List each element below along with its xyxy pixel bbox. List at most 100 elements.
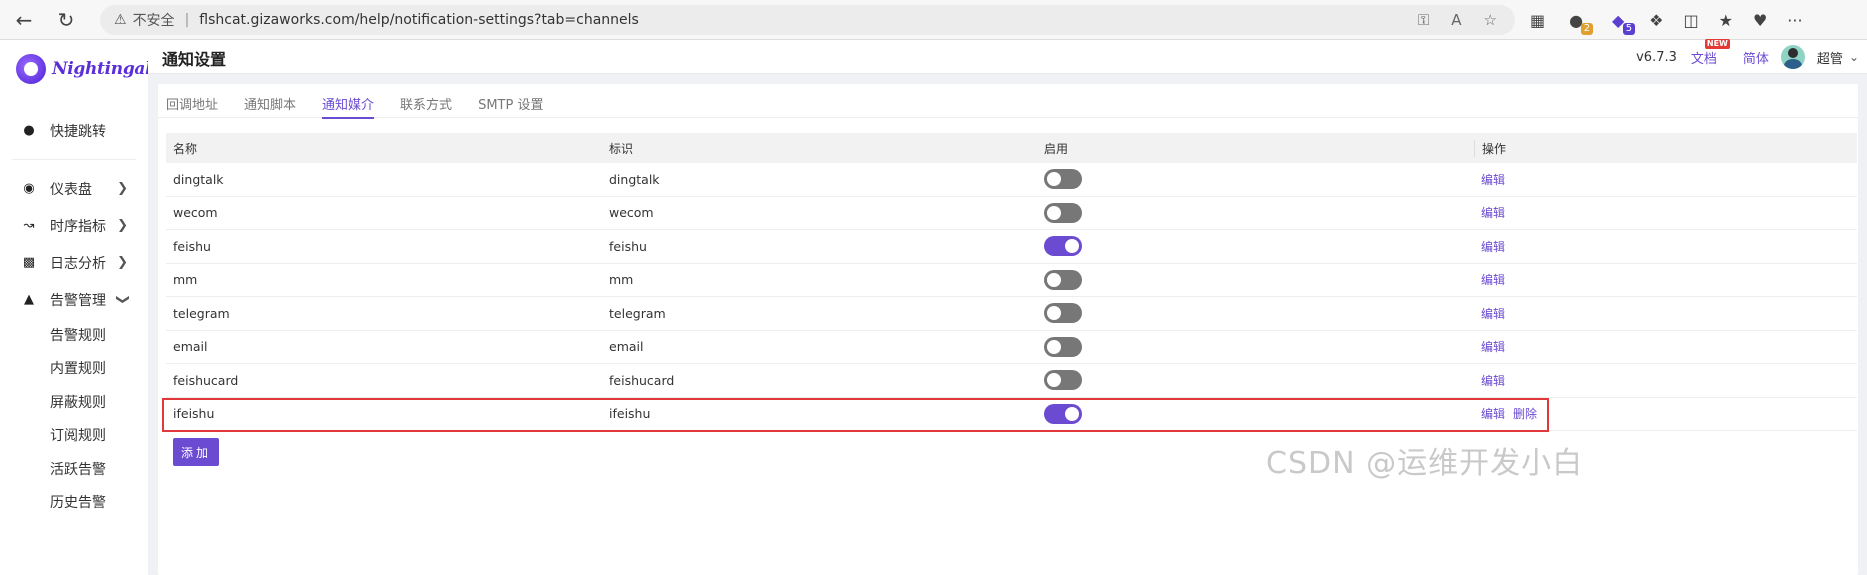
content-card: 回调地址 通知脚本 通知媒介 联系方式 SMTP 设置 名称 标识 启用 操作 … xyxy=(158,84,1858,575)
edit-link[interactable]: 编辑 xyxy=(1481,340,1505,354)
tab-bar: 回调地址 通知脚本 通知媒介 联系方式 SMTP 设置 xyxy=(158,84,1858,119)
cell-enabled xyxy=(1038,169,1474,190)
cell-ident: feishu xyxy=(609,238,647,254)
language-switch[interactable]: 简体 xyxy=(1743,48,1769,67)
reload-icon[interactable]: ↻ xyxy=(52,6,80,34)
table-row: telegram telegram 编辑 xyxy=(166,297,1857,331)
sidebar-subitem-subscribe-rules[interactable]: 订阅规则 xyxy=(0,419,148,453)
edit-link[interactable]: 编辑 xyxy=(1481,307,1505,321)
cell-name: wecom xyxy=(173,205,218,221)
warning-icon: ⚠ xyxy=(114,12,127,28)
tab-notify-scripts[interactable]: 通知脚本 xyxy=(244,84,296,118)
edit-link[interactable]: 编辑 xyxy=(1481,173,1505,187)
sidebar-item-quick-jump[interactable]: ● 快捷跳转 xyxy=(0,112,148,149)
qr-code-icon[interactable]: ▦ xyxy=(1530,11,1545,30)
sidebar-item-dashboard[interactable]: ◉ 仪表盘 ❯ xyxy=(0,170,148,207)
tab-callback-url[interactable]: 回调地址 xyxy=(166,84,218,118)
chevron-down-icon: ❯ xyxy=(115,294,131,305)
edit-link[interactable]: 编辑 xyxy=(1481,273,1505,287)
cell-ident: dingtalk xyxy=(609,171,660,187)
cell-ident: feishucard xyxy=(609,372,675,388)
split-screen-icon[interactable]: ◫ xyxy=(1683,11,1698,30)
sidebar-subitem-history-alerts[interactable]: 历史告警 xyxy=(0,486,148,520)
tab-contacts[interactable]: 联系方式 xyxy=(400,84,452,118)
page-header: 通知设置 v6.7.3 文档 NEW 简体 超管 ⌄ xyxy=(148,38,1867,74)
sidebar-subitem-alert-rules[interactable]: 告警规则 xyxy=(0,318,148,352)
edit-link[interactable]: 编辑 xyxy=(1481,374,1505,388)
add-button[interactable]: 添加 xyxy=(173,438,219,466)
avatar[interactable] xyxy=(1780,45,1805,69)
enable-toggle[interactable] xyxy=(1044,236,1082,257)
enable-toggle[interactable] xyxy=(1044,269,1082,290)
sidebar-subitem-builtin-rules[interactable]: 内置规则 xyxy=(0,352,148,386)
chevron-right-icon: ❯ xyxy=(117,181,128,196)
favorite-star-icon[interactable]: ☆ xyxy=(1484,11,1497,29)
sidebar-item-alarm[interactable]: ▲ 告警管理 ❯ xyxy=(0,281,148,318)
cell-actions: 编辑 xyxy=(1474,204,1558,221)
sidebar-subitem-mute-rules[interactable]: 屏蔽规则 xyxy=(0,385,148,419)
line-chart-icon: ↝ xyxy=(23,218,35,233)
cell-actions: 编辑 xyxy=(1474,338,1558,355)
chevron-down-icon[interactable]: ⌄ xyxy=(1849,50,1859,64)
dashboard-icon: ◉ xyxy=(23,181,35,196)
cell-actions: 编辑 xyxy=(1474,238,1558,255)
cell-actions: 编辑 xyxy=(1474,372,1558,389)
table-body: dingtalk dingtalk 编辑 wecom wecom 编辑 feishu feis… xyxy=(166,163,1857,431)
enable-toggle[interactable] xyxy=(1044,169,1082,190)
column-header-ident: 标识 xyxy=(609,141,634,156)
read-aloud-icon[interactable]: A xyxy=(1451,11,1461,29)
search-icon: ● xyxy=(23,123,35,138)
table-row: wecom wecom 编辑 xyxy=(166,197,1857,230)
column-header-actions: 操作 xyxy=(1474,139,1558,157)
column-header-enabled: 启用 xyxy=(1044,141,1069,156)
user-name[interactable]: 超管 xyxy=(1817,48,1843,67)
cell-enabled xyxy=(1038,236,1474,257)
more-icon[interactable]: ··· xyxy=(1787,11,1802,30)
edit-link[interactable]: 编辑 xyxy=(1481,206,1505,220)
extension-icon[interactable]: ● 2 xyxy=(1565,9,1594,35)
sidebar: Nightingale ● 快捷跳转 ◉ 仪表盘 ❯ ↝ 时序指标 ❯ ▩ 日志… xyxy=(0,40,162,575)
favorites-icon[interactable]: ★ xyxy=(1719,11,1733,30)
address-bar[interactable]: ⚠ 不安全 | flshcat.gizaworks.com/help/notif… xyxy=(100,5,1515,35)
extension-badge: 2 xyxy=(1580,23,1594,35)
cell-enabled xyxy=(1038,370,1474,391)
enable-toggle[interactable] xyxy=(1044,303,1082,324)
sidebar-item-logs[interactable]: ▩ 日志分析 ❯ xyxy=(0,244,148,281)
enable-toggle[interactable] xyxy=(1044,202,1082,223)
new-badge: NEW xyxy=(1704,38,1730,49)
cell-ident: mm xyxy=(609,272,634,288)
logo[interactable]: Nightingale xyxy=(16,54,162,84)
chevron-right-icon: ❯ xyxy=(117,255,128,270)
table-row: feishucard feishucard 编辑 xyxy=(166,364,1857,398)
divider: | xyxy=(184,12,190,28)
extension-badge: 5 xyxy=(1622,23,1636,35)
page-title: 通知设置 xyxy=(162,50,227,69)
back-icon[interactable]: ← xyxy=(10,6,38,34)
key-icon[interactable]: ⚿ xyxy=(1418,11,1429,29)
browser-essentials-icon[interactable]: ♥ xyxy=(1753,11,1767,30)
chevron-right-icon: ❯ xyxy=(117,218,128,233)
security-label: 不安全 xyxy=(132,13,175,29)
edit-link[interactable]: 编辑 xyxy=(1481,240,1505,254)
log-icon: ▩ xyxy=(22,255,36,270)
tab-smtp-settings[interactable]: SMTP 设置 xyxy=(478,84,543,118)
cell-actions: 编辑 xyxy=(1474,171,1558,188)
sidebar-item-label: 时序指标 xyxy=(50,218,106,235)
sidebar-item-label: 快捷跳转 xyxy=(50,123,106,140)
highlight-box xyxy=(162,398,1549,432)
channels-table: 名称 标识 启用 操作 dingtalk dingtalk 编辑 wecom wecom… xyxy=(166,133,1857,431)
enable-toggle[interactable] xyxy=(1044,336,1082,357)
tab-notify-channels[interactable]: 通知媒介 xyxy=(322,84,375,119)
extension-icon[interactable]: ◆ 5 xyxy=(1607,9,1636,35)
sidebar-item-metrics[interactable]: ↝ 时序指标 ❯ xyxy=(0,207,148,244)
cell-name: feishucard xyxy=(173,372,239,388)
extensions-puzzle-icon[interactable]: ❖ xyxy=(1649,11,1663,30)
cell-name: mm xyxy=(173,272,198,288)
sidebar-item-label: 仪表盘 xyxy=(50,181,92,198)
docs-label: 文档 xyxy=(1690,51,1717,67)
enable-toggle[interactable] xyxy=(1044,370,1082,391)
cell-enabled xyxy=(1038,336,1474,357)
docs-link[interactable]: 文档 NEW xyxy=(1690,38,1730,67)
cell-actions: 编辑 xyxy=(1474,305,1558,322)
sidebar-subitem-active-alerts[interactable]: 活跃告警 xyxy=(0,452,148,486)
